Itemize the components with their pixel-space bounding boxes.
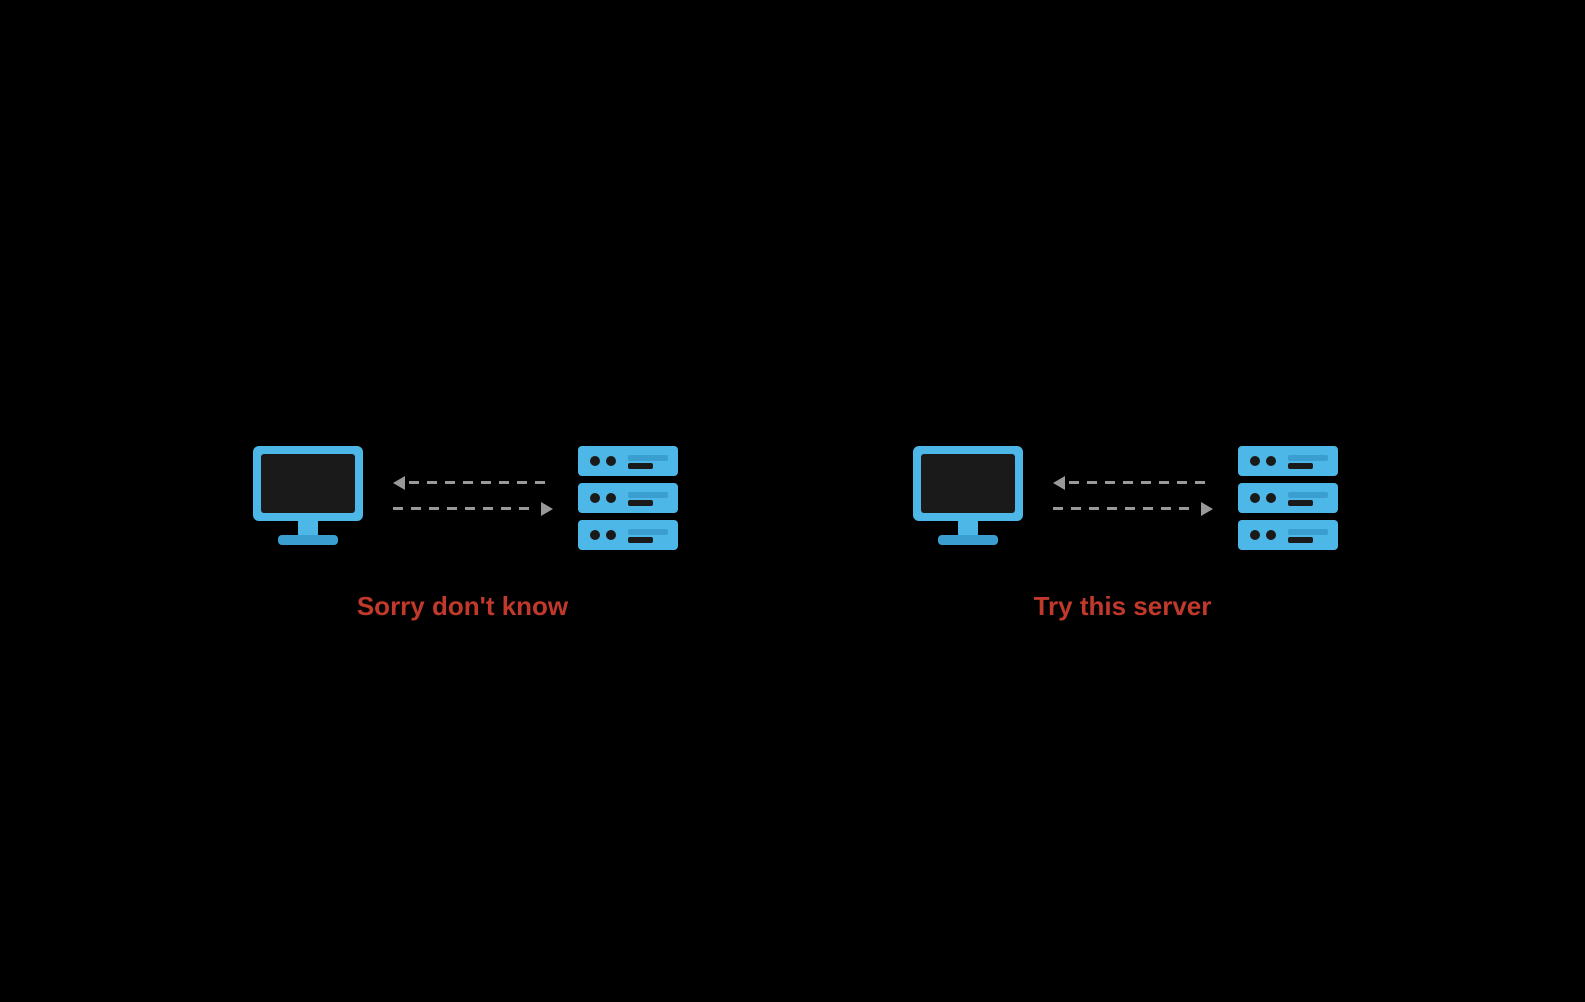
- arrow-response-right: [1053, 476, 1213, 490]
- diagram-right: Try this server: [903, 441, 1343, 622]
- computer-icon-left: [243, 441, 373, 551]
- diagram-left: Sorry don't know: [243, 441, 683, 622]
- dashed-line-left-bottom: [393, 507, 537, 510]
- diagram-left-row: [243, 441, 683, 551]
- arrow-request-right: [1053, 502, 1213, 516]
- main-scene: Sorry don't know: [243, 441, 1343, 622]
- arrowhead-left-icon-r: [1053, 476, 1065, 490]
- caption-right: Try this server: [1034, 591, 1212, 622]
- dashed-line-right-top: [1069, 481, 1213, 484]
- server-icon-left: [573, 441, 683, 551]
- computer-icon-right: [903, 441, 1033, 551]
- arrowhead-left-icon: [393, 476, 405, 490]
- server-icon-right: [1233, 441, 1343, 551]
- arrow-response-left: [393, 476, 553, 490]
- arrows-right: [1053, 476, 1213, 516]
- arrowhead-right-icon: [541, 502, 553, 516]
- arrowhead-right-icon-r: [1201, 502, 1213, 516]
- dashed-line-right-bottom: [1053, 507, 1197, 510]
- arrows-left: [393, 476, 553, 516]
- arrow-request-left: [393, 502, 553, 516]
- caption-left: Sorry don't know: [357, 591, 568, 622]
- diagram-right-row: [903, 441, 1343, 551]
- dashed-line-left-top: [409, 481, 553, 484]
